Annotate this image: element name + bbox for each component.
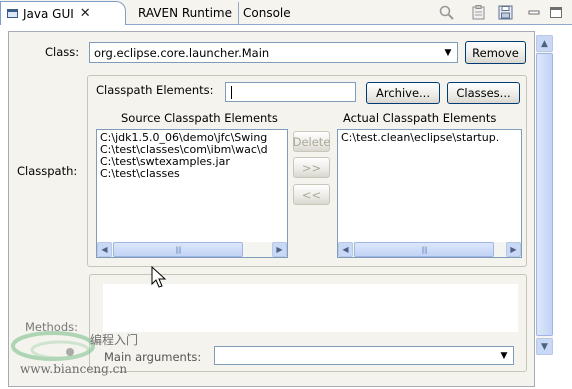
tab-console-label: Console	[243, 6, 291, 20]
scrollbar-thumb[interactable]: ||||	[354, 242, 494, 257]
maximize-icon[interactable]	[548, 4, 565, 21]
tab-separator	[238, 2, 239, 24]
watermark-url: www.bianceng.cn	[20, 362, 128, 376]
add-to-classpath-button[interactable]: >>	[293, 157, 330, 178]
class-label: Class:	[45, 45, 80, 59]
watermark-site-name: 编程入门	[90, 333, 139, 347]
watermark: 编程入门 www.bianceng.cn	[8, 328, 178, 388]
text-cursor	[231, 86, 232, 99]
scrollbar-thumb[interactable]	[536, 53, 553, 336]
list-item[interactable]: C:\test.clean\eclipse\startup.	[338, 132, 521, 144]
main-arguments-combo[interactable]: ▼	[214, 346, 514, 365]
scroll-up-icon[interactable]: ▲	[536, 35, 553, 52]
actual-classpath-title: Actual Classpath Elements	[343, 111, 497, 125]
vertical-scrollbar[interactable]: ▲ ▼	[536, 35, 553, 355]
close-icon[interactable]: ✕	[80, 6, 91, 21]
tab-console[interactable]: Console	[243, 1, 297, 25]
tab-raven-runtime[interactable]: RAVEN Runtime	[138, 1, 234, 25]
class-combo[interactable]: org.eclipse.core.launcher.Main ▼	[89, 42, 458, 63]
list-item[interactable]: C:\test\classes	[97, 168, 287, 180]
tab-java-gui-label: Java GUI	[23, 6, 74, 21]
classpath-elements-label: Classpath Elements:	[96, 83, 214, 97]
minimize-icon[interactable]	[527, 4, 544, 21]
scroll-down-icon[interactable]: ▼	[536, 338, 553, 355]
actual-classpath-list[interactable]: C:\test.clean\eclipse\startup. ◀ |||| ▶	[337, 129, 522, 258]
archive-button[interactable]: Archive...	[366, 82, 440, 104]
scroll-right-icon[interactable]: ▶	[272, 242, 287, 257]
tab-raven-runtime-label: RAVEN Runtime	[138, 6, 232, 20]
classpath-label: Classpath:	[17, 164, 78, 178]
actual-horizontal-scrollbar[interactable]: ◀ |||| ▶	[338, 242, 521, 257]
classes-button[interactable]: Classes...	[447, 82, 520, 104]
source-horizontal-scrollbar[interactable]: ◀ |||| ▶	[97, 242, 287, 257]
view-tab-bar: Java GUI ✕ RAVEN Runtime Console	[0, 0, 572, 25]
source-classpath-title: Source Classpath Elements	[121, 111, 278, 125]
scrollbar-thumb[interactable]: ||||	[113, 242, 243, 257]
class-combo-value: org.eclipse.core.launcher.Main	[94, 45, 270, 60]
methods-area[interactable]	[103, 284, 518, 332]
search-icon[interactable]	[438, 4, 455, 21]
chevron-down-icon[interactable]: ▼	[496, 348, 512, 363]
scroll-left-icon[interactable]: ◀	[97, 242, 112, 257]
remove-from-classpath-button[interactable]: <<	[293, 184, 330, 205]
mouse-pointer-icon	[151, 266, 167, 288]
chevron-down-icon[interactable]: ▼	[440, 44, 456, 61]
scroll-left-icon[interactable]: ◀	[338, 242, 353, 257]
watermark-logo-icon	[11, 331, 95, 361]
source-classpath-list[interactable]: C:\jdk1.5.0_06\demo\jfc\Swing C:\test\cl…	[96, 129, 288, 258]
view-window-icon	[7, 9, 18, 18]
classpath-elements-input[interactable]	[225, 82, 356, 102]
scroll-right-icon[interactable]: ▶	[506, 242, 521, 257]
remove-class-button[interactable]: Remove	[465, 41, 526, 64]
tab-java-gui[interactable]: Java GUI ✕	[0, 1, 126, 25]
clipboard-icon[interactable]	[470, 4, 487, 21]
save-icon[interactable]	[497, 4, 514, 21]
delete-button[interactable]: Delete	[293, 131, 330, 152]
